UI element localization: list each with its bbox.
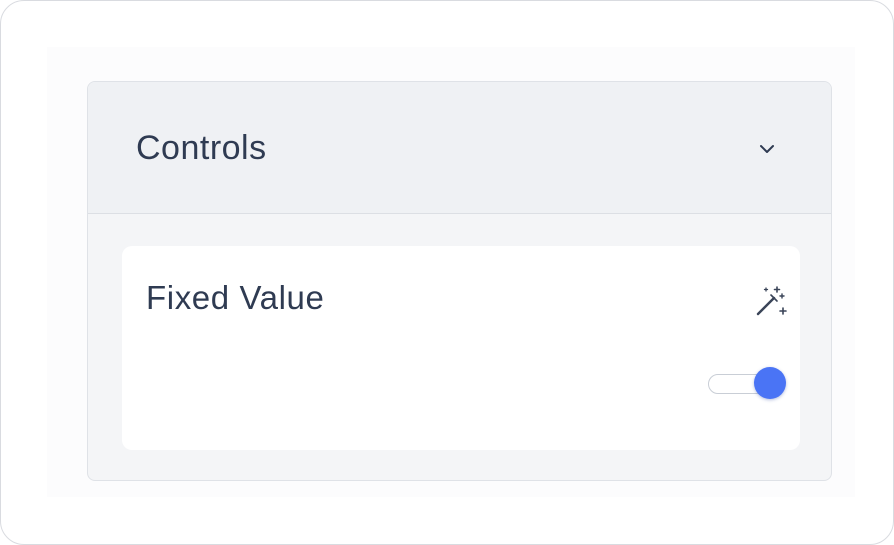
- toggle-knob: [754, 367, 786, 399]
- control-label: Fixed Value: [146, 279, 325, 316]
- controls-panel: Controls Fixed Value: [87, 81, 832, 481]
- controls-panel-header[interactable]: Controls: [88, 82, 831, 214]
- control-card: Fixed Value: [122, 246, 800, 450]
- fixed-value-toggle[interactable]: [708, 366, 786, 402]
- magic-wand-icon[interactable]: [754, 284, 788, 318]
- panel-title: Controls: [136, 129, 267, 167]
- chevron-down-icon[interactable]: [757, 139, 777, 159]
- preview-frame: Controls Fixed Value: [0, 0, 894, 545]
